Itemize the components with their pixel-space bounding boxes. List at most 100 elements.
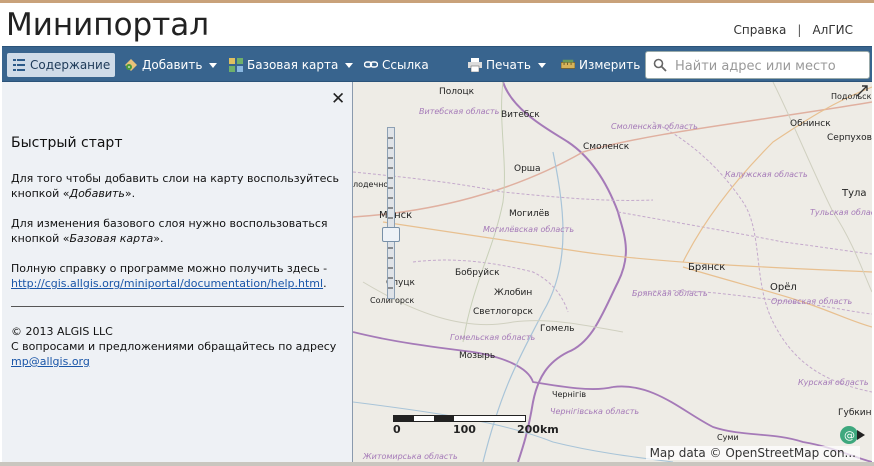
- scale-label-100: 100: [453, 423, 476, 436]
- map-label-gomel-obl: Гомельская область: [450, 333, 536, 342]
- contact-text: С вопросами и предложениями обращайтесь …: [11, 340, 337, 353]
- print-label: Печать: [486, 58, 531, 72]
- map-label-smolensk: Смоленск: [583, 142, 630, 152]
- map-attribution: Map data © OpenStreetMap con...: [645, 446, 860, 460]
- map-label-chernihiv: Чернігів: [552, 390, 587, 399]
- basemap-dropdown-icon: [345, 62, 354, 68]
- link-label: Ссылка: [382, 58, 429, 72]
- map-label-zhytomyr-obl: Житомирська область: [363, 452, 458, 461]
- print-button[interactable]: Печать: [468, 53, 531, 77]
- map-label-svetlogorsk: Светлогорск: [473, 307, 533, 317]
- add-label: Добавить: [142, 58, 203, 72]
- map-label-zhlobin: Жлобин: [494, 288, 533, 298]
- road-2: [382, 221, 872, 273]
- basemap-label: Базовая карта: [247, 58, 339, 72]
- map-label-vitebsk: Витебск: [501, 110, 540, 120]
- link-button[interactable]: Ссылка: [364, 53, 429, 77]
- contents-button[interactable]: Содержание: [7, 53, 116, 77]
- zoom-slider-track[interactable]: [387, 127, 395, 299]
- close-icon[interactable]: ✕: [331, 89, 345, 109]
- app-header: Минипортал Справка | АлГИС: [0, 3, 874, 46]
- map-label-mogilev: Могилёв: [509, 209, 550, 219]
- map-view[interactable]: Полоцк Витебская область Витебск Смоленс…: [353, 82, 872, 462]
- map-graphics: [353, 82, 872, 462]
- add-layer-icon: [125, 59, 137, 71]
- print-dropdown-icon: [538, 62, 546, 68]
- header-separator: |: [797, 23, 802, 37]
- map-label-orel-obl: Орловская область: [771, 297, 853, 306]
- map-label-orsha: Орша: [514, 164, 541, 174]
- scale-label-200: 200km: [517, 423, 559, 436]
- scale-label-0: 0: [393, 423, 401, 436]
- basemap-icon: [229, 58, 243, 72]
- zoom-slider[interactable]: [382, 117, 400, 307]
- scale-segment: [454, 416, 525, 421]
- bottom-edge: [0, 462, 874, 466]
- help-paragraph-end: .: [323, 277, 327, 290]
- map-label-oryol: Орёл: [770, 282, 797, 293]
- printer-icon: [468, 58, 482, 72]
- search-box: [645, 51, 870, 79]
- map-label-mozyr: Мозырь: [459, 351, 496, 361]
- map-label-smolensk-obl: Смоленская область: [611, 122, 698, 131]
- measure-button[interactable]: Измерить: [561, 53, 640, 77]
- main-toolbar: Содержание Добавить Базовая карта Ссылка…: [2, 46, 872, 82]
- list-icon: [13, 59, 25, 71]
- help-paragraph: Полную справку о программе можно получит…: [11, 261, 347, 291]
- add-button[interactable]: Добавить: [124, 53, 218, 77]
- help-doc-link[interactable]: http://cgis.allgis.org/miniportal/docume…: [11, 277, 323, 290]
- map-label-sumy: Суми: [717, 433, 739, 442]
- svg-text:@: @: [844, 429, 855, 442]
- map-label-polotsk: Полоцк: [439, 87, 475, 97]
- basemap-instructions-em: Базовая карта: [69, 232, 154, 245]
- basemap-button[interactable]: Базовая карта: [229, 53, 354, 77]
- basemap-instructions: Для изменения базового слоя нужно воспол…: [11, 216, 347, 246]
- map-label-tula-obl: Тульская область: [810, 208, 872, 217]
- help-paragraph-text: Полную справку о программе можно получит…: [11, 262, 328, 275]
- contents-label: Содержание: [30, 58, 111, 72]
- map-label-bryansk-obl: Брянская область: [632, 289, 708, 298]
- map-label-vitebsk-obl: Витебская область: [419, 107, 500, 116]
- map-label-bryansk: Брянск: [688, 262, 726, 273]
- sidebar-panel: ✕ Быстрый старт Для того чтобы добавить …: [2, 82, 353, 462]
- zoom-tick-marks: [388, 137, 393, 289]
- quick-start-title: Быстрый старт: [11, 135, 123, 151]
- map-label-serpukhov: Серпухов: [827, 133, 872, 143]
- scale-segment: [414, 416, 434, 421]
- road-5: [462, 82, 505, 343]
- add-instructions-text: Для того чтобы добавить слои на карту во…: [11, 172, 339, 200]
- app-title: Минипортал: [6, 7, 210, 43]
- map-label-bobruisk: Бобруйск: [455, 268, 500, 278]
- scale-segment: [434, 416, 454, 421]
- search-input[interactable]: [673, 56, 867, 76]
- zoom-slider-thumb[interactable]: [382, 227, 400, 242]
- expand-icon[interactable]: [855, 84, 869, 98]
- overview-map-toggle-icon[interactable]: @: [837, 424, 867, 446]
- algis-link[interactable]: АлГИС: [812, 23, 853, 37]
- add-dropdown-icon: [209, 62, 218, 68]
- header-links: Справка | АлГИС: [729, 23, 858, 37]
- measure-label: Измерить: [579, 58, 641, 72]
- map-label-gubkin: Губкин: [838, 408, 872, 418]
- ruler-icon: [561, 59, 575, 69]
- help-link[interactable]: Справка: [734, 23, 787, 37]
- email-link[interactable]: mp@allgis.org: [11, 355, 90, 368]
- add-instructions-em: Добавить: [69, 187, 125, 200]
- add-instructions-end: ».: [124, 187, 136, 200]
- map-label-gomel: Гомель: [540, 324, 575, 334]
- map-label-chernihiv-obl: Чернігівська область: [550, 407, 640, 416]
- map-label-mogilev-obl: Могилёвская область: [483, 225, 575, 234]
- copyright-text: © 2013 ALGIS LLC: [11, 325, 113, 338]
- map-label-tula: Тула: [842, 188, 867, 199]
- map-label-obninsk: Обнинск: [790, 119, 831, 129]
- sidebar-divider: [11, 306, 344, 307]
- print-dropdown-button[interactable]: [535, 53, 546, 77]
- scale-bar: [393, 415, 526, 422]
- road-7: [772, 82, 872, 293]
- region-border-1: [353, 171, 654, 201]
- add-instructions: Для того чтобы добавить слои на карту во…: [11, 171, 347, 201]
- map-label-kursk-obl: Курская область: [798, 378, 869, 387]
- chain-link-icon: [364, 61, 378, 68]
- scale-segment: [394, 416, 414, 421]
- map-label-kaluga-obl: Калужская область: [725, 170, 808, 179]
